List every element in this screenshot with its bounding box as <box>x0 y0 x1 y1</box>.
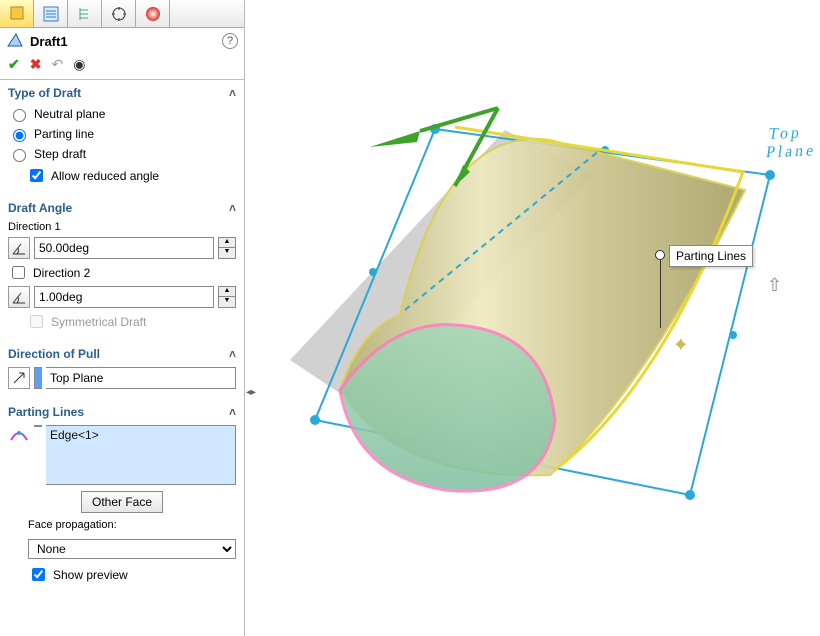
help-icon[interactable]: ? <box>222 33 238 49</box>
section-parting-lines-body: Edge<1> Other Face Face propagation: Non… <box>0 421 244 594</box>
spin-up[interactable]: ▲ <box>219 287 235 297</box>
reverse-direction-icon[interactable] <box>8 367 30 389</box>
callout-anchor-icon[interactable] <box>655 250 665 260</box>
plane-handle[interactable] <box>765 170 775 180</box>
chevron-up-icon: ˄ <box>229 405 236 419</box>
parting-lines-list[interactable]: Edge<1> <box>46 425 236 485</box>
tab-target[interactable] <box>102 0 136 27</box>
feature-title: Draft1 <box>30 34 68 49</box>
direction-of-pull-field <box>8 367 236 389</box>
cancel-button[interactable]: ✖ <box>30 56 42 73</box>
check-allow-reduced-angle[interactable]: Allow reduced angle <box>8 164 236 187</box>
radio-neutral-plane[interactable]: Neutral plane <box>8 104 236 124</box>
radio-step-draft[interactable]: Step draft <box>8 144 236 164</box>
direction-of-pull-input[interactable] <box>46 367 236 389</box>
plane-label: Top Plane <box>765 124 820 162</box>
direction2-input[interactable] <box>34 286 214 308</box>
graphics-viewport[interactable]: ◂▸ <box>245 0 820 636</box>
section-label: Draft Angle <box>8 201 72 215</box>
tab-appearance[interactable] <box>136 0 170 27</box>
chevron-up-icon: ˄ <box>229 201 236 215</box>
spin-down[interactable]: ▼ <box>219 297 235 307</box>
selection-chip <box>34 367 42 389</box>
property-panel: Draft1 ? ✔ ✖ ↶ ◉ Type of Draft ˄ Neutral… <box>0 0 245 636</box>
ok-button[interactable]: ✔ <box>8 56 20 73</box>
spin-down[interactable]: ▼ <box>219 248 235 258</box>
selection-chip <box>34 425 42 427</box>
check-direction2[interactable]: Direction 2 <box>8 261 236 284</box>
direction1-label: Direction 1 <box>8 219 236 235</box>
spin-up[interactable]: ▲ <box>219 238 235 248</box>
other-face-button[interactable]: Other Face <box>81 491 163 513</box>
direction1-spinner: ▲▼ <box>8 237 236 259</box>
plane-handle[interactable] <box>369 268 377 276</box>
callout-leader <box>660 260 661 328</box>
check-show-preview[interactable]: Show preview <box>8 563 236 586</box>
chevron-up-icon: ˄ <box>229 86 236 100</box>
panel-tabs <box>0 0 244 28</box>
origin-marker-icon[interactable]: ✦ <box>674 335 687 355</box>
pull-direction-icon[interactable]: ⇧ <box>767 275 782 296</box>
undo-button[interactable]: ↶ <box>51 56 63 73</box>
section-label: Type of Draft <box>8 86 81 100</box>
callout-label[interactable]: Parting Lines <box>669 245 753 267</box>
face-propagation-select[interactable]: None <box>28 539 236 559</box>
face-propagation-label: Face propagation: <box>8 517 236 533</box>
section-draft-angle-body: Direction 1 ▲▼ Direction 2 ▲▼ Symmetrica… <box>0 217 244 341</box>
radio-parting-line[interactable]: Parting line <box>8 124 236 144</box>
parting-lines-list-row: Edge<1> <box>8 425 236 485</box>
spinner-buttons: ▲▼ <box>218 286 236 308</box>
section-direction-of-pull[interactable]: Direction of Pull ˄ <box>0 341 244 363</box>
scene <box>245 0 820 636</box>
section-type-of-draft[interactable]: Type of Draft ˄ <box>0 80 244 102</box>
list-item[interactable]: Edge<1> <box>50 428 99 442</box>
section-label: Direction of Pull <box>8 347 100 361</box>
angle-icon[interactable] <box>8 286 30 308</box>
section-draft-angle[interactable]: Draft Angle ˄ <box>0 195 244 217</box>
section-parting-lines[interactable]: Parting Lines ˄ <box>0 399 244 421</box>
tab-tree[interactable] <box>68 0 102 27</box>
draft-icon <box>6 32 24 50</box>
section-label: Parting Lines <box>8 405 84 419</box>
tab-feature[interactable] <box>0 0 34 27</box>
check-symmetrical-draft: Symmetrical Draft <box>8 310 236 333</box>
section-direction-of-pull-body <box>0 363 244 399</box>
spinner-buttons: ▲▼ <box>218 237 236 259</box>
plane-handle[interactable] <box>685 490 695 500</box>
plane-handle[interactable] <box>310 415 320 425</box>
feature-header: Draft1 ? <box>0 28 244 52</box>
parting-line-icon <box>8 425 30 447</box>
confirm-row: ✔ ✖ ↶ ◉ <box>0 52 244 80</box>
direction2-spinner: ▲▼ <box>8 286 236 308</box>
direction1-input[interactable] <box>34 237 214 259</box>
section-type-of-draft-body: Neutral plane Parting line Step draft Al… <box>0 102 244 195</box>
preview-toggle-icon[interactable]: ◉ <box>73 56 85 73</box>
tab-detail[interactable] <box>34 0 68 27</box>
angle-icon[interactable] <box>8 237 30 259</box>
chevron-up-icon: ˄ <box>229 347 236 361</box>
plane-handle[interactable] <box>729 331 737 339</box>
